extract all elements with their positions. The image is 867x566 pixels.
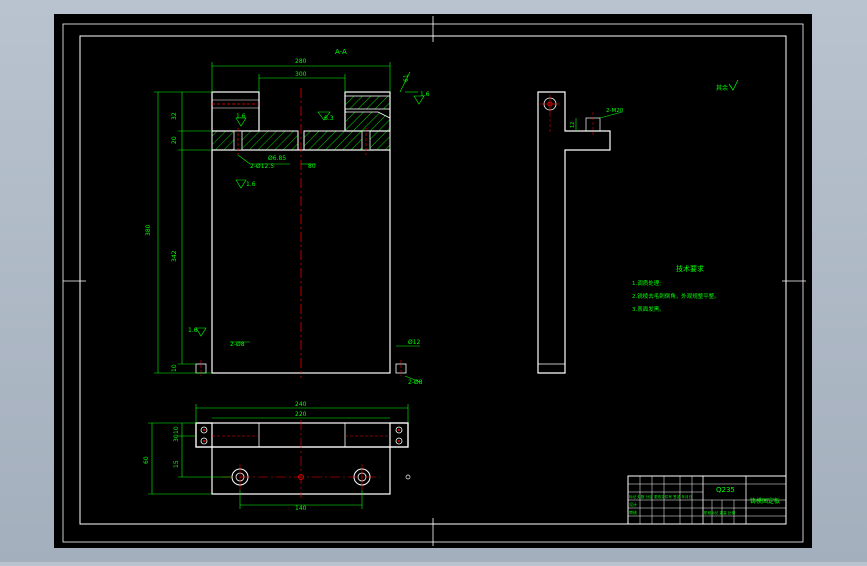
drawing-canvas[interactable]: A-A 280 300 380 342 32 20 10 61 2-Ø12.5 … bbox=[0, 0, 867, 562]
title-material: Q235 bbox=[716, 486, 735, 494]
notes-title: 技术要求 bbox=[676, 264, 704, 273]
svg-text:30: 30 bbox=[173, 434, 180, 442]
svg-text:1.6: 1.6 bbox=[236, 113, 246, 120]
title-part-name: 铸模固定板 bbox=[750, 497, 780, 505]
svg-text:220: 220 bbox=[295, 411, 307, 418]
title-row-b: 设计 bbox=[629, 501, 637, 507]
svg-text:300: 300 bbox=[295, 71, 307, 78]
svg-text:1.6: 1.6 bbox=[420, 91, 430, 98]
svg-text:20: 20 bbox=[171, 136, 178, 144]
svg-text:1.6: 1.6 bbox=[188, 327, 198, 334]
svg-text:80: 80 bbox=[308, 163, 316, 170]
cad-viewport[interactable]: A-A 280 300 380 342 32 20 10 61 2-Ø12.5 … bbox=[0, 0, 867, 562]
svg-text:61: 61 bbox=[403, 74, 410, 82]
section-label: A-A bbox=[335, 48, 347, 56]
svg-text:Ø12: Ø12 bbox=[408, 339, 421, 346]
title-row-c: 审核 bbox=[629, 509, 637, 515]
note-item-1: 1.调质处理; bbox=[632, 279, 661, 287]
note-item-2: 2.锐棱去毛刺倒角，外观规整平整。 bbox=[632, 292, 720, 300]
svg-text:6.3: 6.3 bbox=[324, 115, 334, 122]
note-item-3: 3.表面发黑。 bbox=[632, 305, 665, 313]
title-row-a: 标记 处数 分区 更改文件号 签名 年月日 bbox=[629, 494, 692, 499]
svg-text:240: 240 bbox=[295, 401, 307, 408]
svg-text:12: 12 bbox=[570, 122, 576, 128]
hatched-band-left bbox=[211, 130, 299, 151]
svg-text:10: 10 bbox=[173, 426, 180, 434]
svg-text:2-Ø8: 2-Ø8 bbox=[408, 379, 423, 386]
svg-text:60: 60 bbox=[143, 456, 150, 464]
svg-text:Ø6.85: Ø6.85 bbox=[268, 155, 286, 162]
svg-text:10: 10 bbox=[171, 364, 178, 372]
svg-text:32: 32 bbox=[171, 112, 178, 120]
svg-text:15: 15 bbox=[173, 460, 180, 468]
svg-text:1.6: 1.6 bbox=[246, 181, 256, 188]
svg-text:140: 140 bbox=[295, 505, 307, 512]
svg-text:280: 280 bbox=[295, 58, 307, 65]
drawing-sheet bbox=[54, 14, 812, 548]
corner-roughness-note: 其余 bbox=[716, 84, 728, 92]
svg-text:2-Ø12.5: 2-Ø12.5 bbox=[250, 163, 274, 170]
title-row-d: 阶段标记 重量 比例 bbox=[704, 510, 735, 515]
hatched-band-right bbox=[303, 130, 391, 151]
svg-text:2-Ø8: 2-Ø8 bbox=[230, 341, 245, 348]
svg-text:2-M20: 2-M20 bbox=[606, 108, 624, 114]
svg-text:342: 342 bbox=[171, 250, 178, 262]
svg-text:380: 380 bbox=[145, 224, 152, 236]
